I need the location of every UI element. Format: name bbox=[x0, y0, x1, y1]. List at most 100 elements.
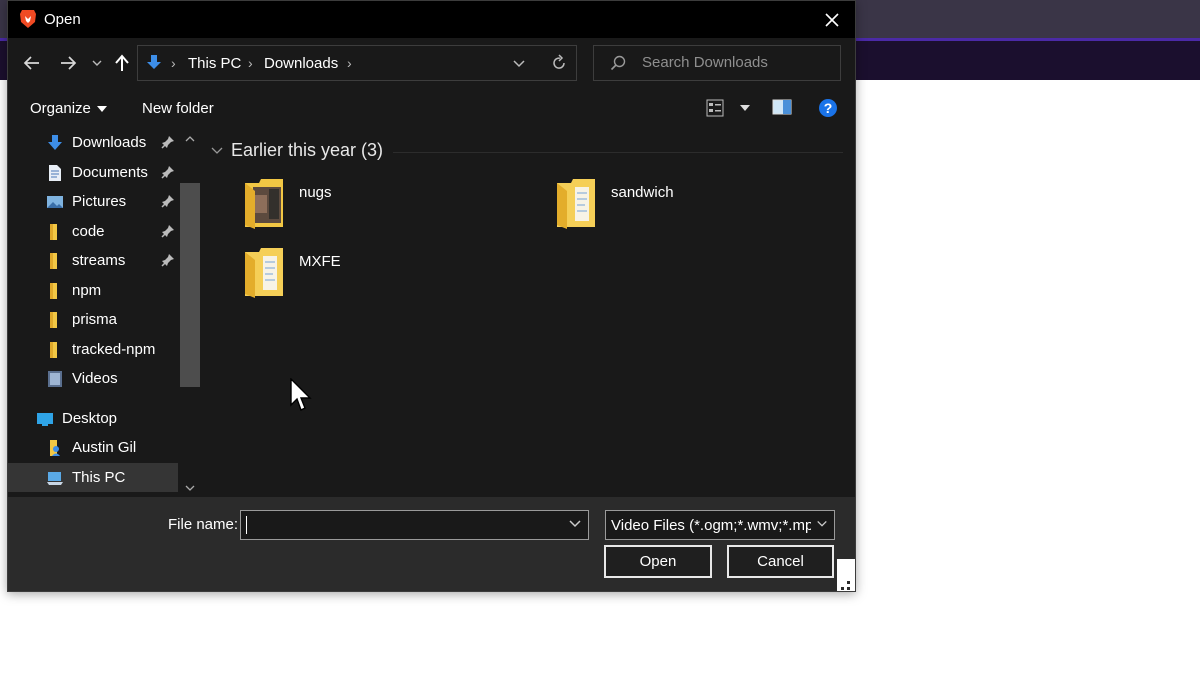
desktop-icon bbox=[37, 413, 53, 426]
open-button[interactable]: Open bbox=[604, 545, 712, 578]
refresh-icon bbox=[553, 54, 565, 69]
address-bar[interactable]: › This PC › Downloads › bbox=[137, 45, 577, 81]
folder-icon bbox=[50, 283, 57, 299]
sidebar-item-pictures[interactable]: Pictures bbox=[8, 187, 178, 216]
svg-text:?: ? bbox=[824, 100, 833, 116]
breadcrumb-downloads[interactable]: Downloads bbox=[264, 55, 338, 72]
file-name-combobox[interactable] bbox=[240, 510, 589, 540]
organize-button[interactable]: Organize bbox=[30, 100, 107, 117]
pin-icon bbox=[161, 254, 174, 267]
sidebar-item-desktop[interactable]: Desktop bbox=[8, 404, 178, 433]
folder-icon bbox=[50, 224, 57, 240]
scrollbar-thumb[interactable] bbox=[180, 183, 200, 387]
chevron-down-icon bbox=[814, 519, 828, 529]
text-caret bbox=[246, 516, 247, 534]
sidebar-item-documents[interactable]: Documents bbox=[8, 158, 178, 187]
close-button[interactable] bbox=[809, 1, 855, 38]
address-dropdown-button[interactable] bbox=[512, 54, 526, 76]
folder-item-nugs[interactable]: nugs bbox=[243, 177, 483, 237]
folder-name: sandwich bbox=[611, 184, 674, 201]
breadcrumb-separator: › bbox=[347, 55, 352, 71]
folder-with-image-icon bbox=[245, 179, 283, 229]
caret-down-icon bbox=[96, 105, 107, 112]
new-folder-button[interactable]: New folder bbox=[142, 100, 214, 117]
resize-grip-icon[interactable] bbox=[823, 559, 855, 592]
search-input[interactable] bbox=[642, 54, 832, 71]
recent-locations-button[interactable] bbox=[89, 50, 105, 76]
file-list-pane: Earlier this year (3) nugs sandwich MXFE bbox=[203, 127, 855, 497]
document-icon bbox=[49, 165, 61, 181]
folder-name: MXFE bbox=[299, 253, 341, 270]
chevron-down-icon bbox=[513, 60, 525, 68]
arrow-left-icon bbox=[23, 56, 39, 70]
breadcrumb-separator: › bbox=[171, 55, 176, 71]
forward-button[interactable] bbox=[56, 50, 80, 76]
file-name-label: File name: bbox=[168, 516, 239, 533]
sidebar-item-code[interactable]: code bbox=[8, 217, 178, 246]
folder-icon bbox=[50, 253, 57, 269]
file-type-value: Video Files (*.ogm;*.wmv;*.mpg bbox=[611, 517, 811, 534]
file-name-input[interactable] bbox=[245, 514, 555, 536]
group-divider bbox=[393, 152, 843, 153]
folder-item-sandwich[interactable]: sandwich bbox=[555, 177, 795, 237]
help-button[interactable]: ? bbox=[818, 98, 838, 118]
back-button[interactable] bbox=[20, 50, 44, 76]
folder-icon bbox=[50, 342, 57, 358]
sidebar-item-label: Videos bbox=[72, 370, 118, 387]
sidebar-item-label: This PC bbox=[72, 469, 126, 486]
view-options-button[interactable] bbox=[706, 99, 750, 117]
brave-lion-icon bbox=[20, 10, 36, 28]
chevron-down-icon[interactable] bbox=[568, 519, 582, 529]
sidebar-item-videos[interactable]: Videos bbox=[8, 364, 178, 393]
folder-icon bbox=[557, 179, 595, 229]
group-title: Earlier this year (3) bbox=[231, 140, 384, 160]
sidebar-item-streams[interactable]: streams bbox=[8, 246, 178, 275]
refresh-button[interactable] bbox=[550, 53, 568, 77]
pin-icon bbox=[161, 166, 174, 179]
sidebar-scrollbar[interactable] bbox=[179, 127, 201, 497]
videos-icon bbox=[48, 371, 62, 387]
file-type-select[interactable]: Video Files (*.ogm;*.wmv;*.mpg bbox=[605, 510, 835, 540]
sidebar-item-prisma[interactable]: prisma bbox=[8, 305, 178, 334]
sidebar-item-tracked-npm[interactable]: tracked-npm bbox=[8, 335, 178, 364]
arrow-up-icon bbox=[115, 54, 129, 71]
this-pc-icon bbox=[47, 472, 63, 485]
preview-pane-icon bbox=[772, 99, 792, 115]
pin-icon bbox=[161, 136, 174, 149]
sidebar-item-label: Desktop bbox=[62, 410, 118, 427]
folder-item-mxfe[interactable]: MXFE bbox=[243, 246, 483, 306]
pin-icon bbox=[161, 195, 174, 208]
folder-name: nugs bbox=[299, 184, 332, 201]
sidebar-item-npm[interactable]: npm bbox=[8, 276, 178, 305]
folder-icon bbox=[50, 312, 57, 328]
up-button[interactable] bbox=[111, 50, 133, 76]
navigation-bar: › This PC › Downloads › bbox=[8, 38, 855, 90]
view-options-icon bbox=[706, 99, 724, 117]
sidebar-item-austin-gil[interactable]: Austin Gil bbox=[8, 433, 178, 462]
breadcrumb-separator: › bbox=[248, 55, 253, 71]
user-folder-icon bbox=[50, 440, 60, 456]
command-toolbar: Organize New folder ? bbox=[8, 90, 855, 126]
group-header[interactable]: Earlier this year (3) bbox=[211, 140, 383, 161]
sidebar-item-label: Pictures bbox=[72, 193, 127, 210]
mouse-cursor-icon bbox=[290, 378, 312, 411]
sidebar-item-label: code bbox=[72, 223, 105, 240]
arrow-right-icon bbox=[61, 56, 77, 70]
sidebar-item-this-pc[interactable]: This PC bbox=[8, 463, 178, 492]
caret-down-icon bbox=[740, 105, 750, 111]
sidebar-item-label: streams bbox=[72, 252, 126, 269]
search-box[interactable] bbox=[593, 45, 841, 81]
pin-icon bbox=[161, 225, 174, 238]
help-icon: ? bbox=[819, 99, 837, 117]
search-icon bbox=[610, 55, 626, 71]
preview-pane-button[interactable] bbox=[772, 99, 792, 115]
organize-label: Organize bbox=[30, 100, 91, 117]
cancel-button[interactable]: Cancel bbox=[727, 545, 834, 578]
download-arrow-icon bbox=[147, 55, 161, 69]
chevron-down-icon bbox=[185, 485, 195, 491]
sidebar-item-label: Austin Gil bbox=[72, 439, 137, 456]
sidebar-item-label: Documents bbox=[72, 164, 148, 181]
breadcrumb-this-pc[interactable]: This PC bbox=[188, 55, 241, 72]
sidebar-item-downloads[interactable]: Downloads bbox=[8, 128, 178, 157]
chevron-up-icon bbox=[185, 136, 195, 142]
